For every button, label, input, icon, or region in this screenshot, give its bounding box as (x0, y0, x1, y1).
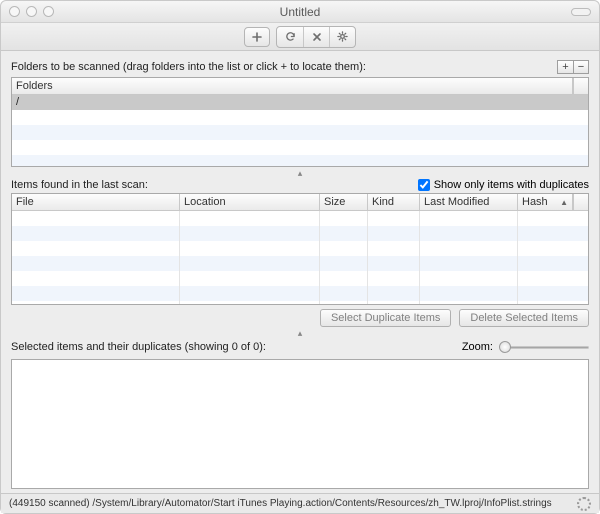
table-row[interactable] (12, 286, 588, 301)
preview-label: Selected items and their duplicates (sho… (11, 341, 266, 353)
spinner-icon (577, 497, 591, 511)
folders-remove-button[interactable]: − (573, 60, 589, 74)
table-row[interactable] (12, 125, 588, 140)
items-list-body[interactable] (12, 211, 588, 304)
status-text: (449150 scanned) /System/Library/Automat… (9, 498, 552, 509)
header-corner (573, 78, 588, 94)
preview-pane[interactable] (11, 359, 589, 489)
splitter-grip-icon: ▴ (298, 328, 303, 339)
show-duplicates-box[interactable] (418, 179, 430, 191)
delete-selected-items-button[interactable]: Delete Selected Items (459, 309, 589, 327)
table-row[interactable] (12, 211, 588, 226)
select-duplicate-items-button[interactable]: Select Duplicate Items (320, 309, 451, 327)
toolbar-pill-button[interactable] (571, 8, 591, 16)
folders-header-row: Folders to be scanned (drag folders into… (11, 59, 589, 75)
close-window-button[interactable] (9, 6, 20, 17)
items-header-row: Items found in the last scan: Show only … (11, 179, 589, 191)
splitter-1[interactable]: ▴ (11, 167, 589, 179)
table-row[interactable] (12, 256, 588, 271)
zoom-window-button[interactable] (43, 6, 54, 17)
show-duplicates-checkbox[interactable]: Show only items with duplicates (418, 179, 589, 191)
window-title: Untitled (1, 5, 599, 19)
folders-list-body[interactable]: / (12, 95, 588, 166)
items-label: Items found in the last scan: (11, 179, 148, 191)
settings-button[interactable] (329, 27, 355, 47)
table-row[interactable] (12, 241, 588, 256)
plus-icon (252, 32, 262, 42)
sort-asc-icon: ▲ (560, 198, 568, 207)
app-window: Untitled (0, 0, 600, 514)
table-row[interactable] (12, 110, 588, 125)
slider-track (499, 346, 589, 349)
minimize-window-button[interactable] (26, 6, 37, 17)
folders-col-header[interactable]: Folders (12, 78, 573, 94)
col-file[interactable]: File (12, 194, 180, 210)
traffic-lights (9, 6, 54, 17)
content-area: Folders to be scanned (drag folders into… (1, 51, 599, 493)
zoom-slider[interactable] (499, 340, 589, 354)
gear-icon (337, 31, 348, 42)
table-row[interactable] (12, 271, 588, 286)
toolbar-segment (276, 26, 356, 48)
items-list[interactable]: File Location Size Kind Last Modified Ha… (11, 193, 589, 305)
splitter-2[interactable]: ▴ (11, 327, 589, 339)
items-action-row: Select Duplicate Items Delete Selected I… (11, 309, 589, 327)
refresh-icon (285, 31, 296, 42)
items-columns: File Location Size Kind Last Modified Ha… (12, 194, 588, 211)
col-hash-label: Hash (522, 196, 548, 208)
titlebar: Untitled (1, 1, 599, 23)
col-location[interactable]: Location (180, 194, 320, 210)
table-row[interactable] (12, 140, 588, 155)
folders-plus-minus: + − (557, 60, 589, 74)
splitter-grip-icon: ▴ (298, 168, 303, 179)
folders-columns: Folders (12, 78, 588, 95)
slider-knob[interactable] (499, 341, 511, 353)
col-size[interactable]: Size (320, 194, 368, 210)
zoom-control: Zoom: (462, 340, 589, 354)
table-row[interactable] (12, 155, 588, 166)
add-button[interactable] (244, 27, 270, 47)
preview-header-row: Selected items and their duplicates (sho… (11, 339, 589, 355)
show-duplicates-label: Show only items with duplicates (434, 179, 589, 191)
folders-label: Folders to be scanned (drag folders into… (11, 61, 366, 73)
table-row[interactable] (12, 226, 588, 241)
folders-row-0[interactable]: / (16, 95, 19, 110)
col-last-modified[interactable]: Last Modified (420, 194, 518, 210)
folders-add-button[interactable]: + (557, 60, 573, 74)
table-row[interactable] (12, 95, 588, 110)
status-bar: (449150 scanned) /System/Library/Automat… (1, 493, 599, 513)
zoom-label: Zoom: (462, 341, 493, 353)
rescan-button[interactable] (277, 27, 303, 47)
toolbar (1, 23, 599, 51)
col-kind[interactable]: Kind (368, 194, 420, 210)
col-hash[interactable]: Hash ▲ (518, 194, 573, 210)
x-icon (312, 32, 322, 42)
header-corner (573, 194, 588, 210)
folders-list[interactable]: Folders / (11, 77, 589, 167)
stop-button[interactable] (303, 27, 329, 47)
